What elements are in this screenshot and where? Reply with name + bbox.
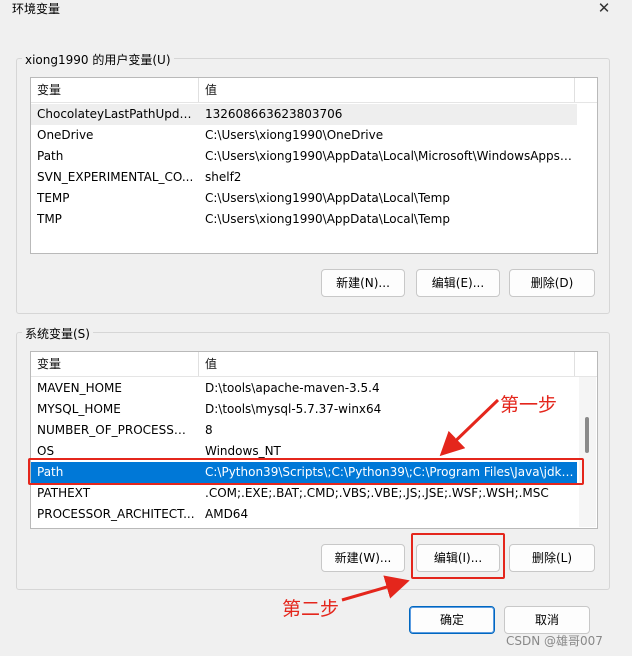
- arrow-step2: [341, 575, 410, 602]
- annotation-arrows: [341, 398, 500, 602]
- watermark: CSDN @雄哥007: [506, 634, 603, 648]
- arrow-step1: [439, 398, 500, 457]
